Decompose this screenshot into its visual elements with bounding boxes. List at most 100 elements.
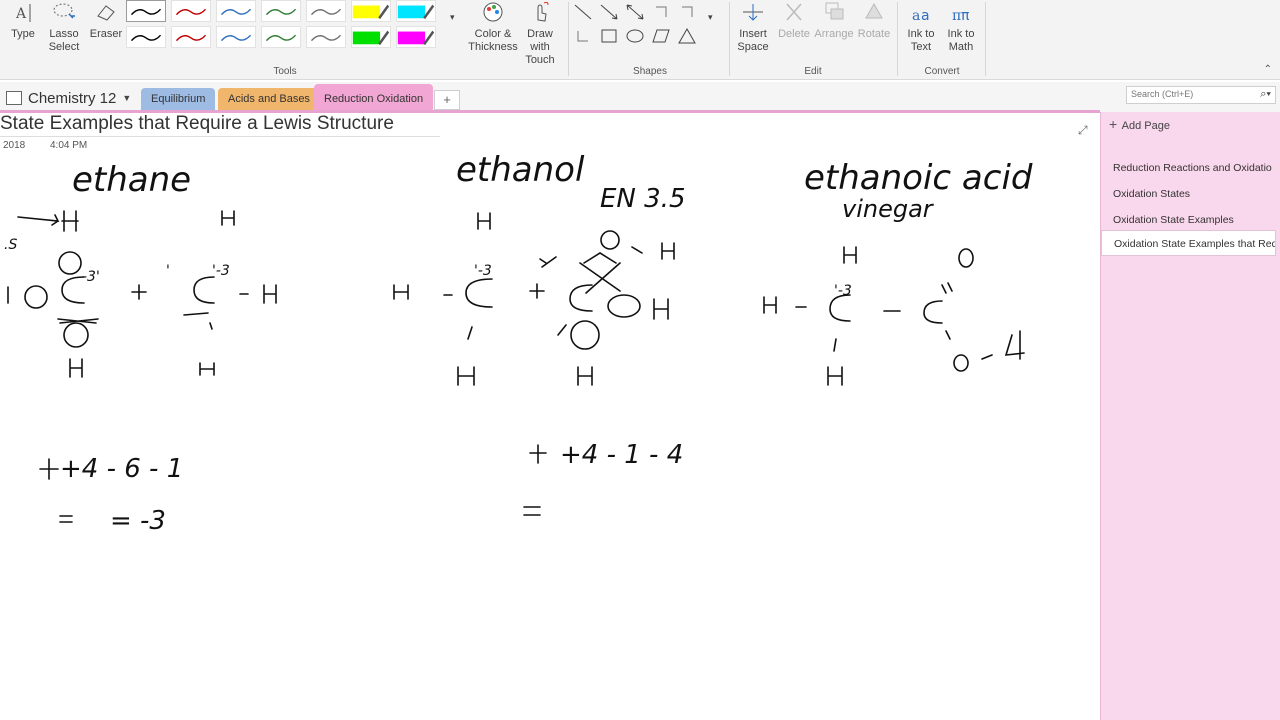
pen-gallery-more-icon[interactable]: ▾ xyxy=(450,12,462,32)
page-item-reduction-reactions[interactable]: Reduction Reactions and Oxidatio xyxy=(1101,156,1276,180)
ink-equals xyxy=(523,506,541,516)
pen-swatch[interactable] xyxy=(171,0,211,22)
expand-icon[interactable]: ⤢ xyxy=(1078,123,1088,138)
svg-text:a: a xyxy=(921,8,930,24)
parallelogram-icon[interactable] xyxy=(650,26,672,46)
page-title[interactable]: State Examples that Require a Lewis Stru… xyxy=(0,113,394,135)
highlighter-swatch[interactable] xyxy=(351,0,391,22)
pen-swatch[interactable] xyxy=(216,26,256,48)
ink-to-text-icon: a a xyxy=(912,8,930,24)
ink-plus xyxy=(529,283,545,299)
pen-stroke-icon xyxy=(130,34,162,42)
ink-carbon-c xyxy=(61,276,85,304)
touch-label-2: Touch xyxy=(525,54,555,66)
notebook-picker[interactable]: Chemistry 12 ▼ xyxy=(6,87,131,109)
pen-swatch[interactable] xyxy=(126,0,166,22)
rectangle-icon[interactable] xyxy=(598,26,620,46)
ink-oxygen xyxy=(958,248,974,268)
collapse-ribbon-icon[interactable]: ⌃ xyxy=(1264,64,1272,75)
color-label: Color & xyxy=(474,28,512,40)
tab-equilibrium[interactable]: Equilibrium xyxy=(141,88,216,112)
shapes-more-icon[interactable]: ▾ xyxy=(708,12,720,32)
draw-with-touch-button[interactable]: Draw with Touch xyxy=(516,0,564,67)
highlighter-icon xyxy=(397,4,435,20)
search-input[interactable]: Search (Ctrl+E) ⌕▾ xyxy=(1126,86,1276,104)
ink-label-en: EN 3.5 xyxy=(600,184,686,214)
pen-swatch[interactable] xyxy=(261,26,301,48)
rotate-label: Rotate xyxy=(857,28,891,40)
pen-gallery xyxy=(126,0,446,50)
color-thickness-button[interactable]: Color & Thickness xyxy=(468,0,518,54)
tab-reduction-oxidation[interactable]: Reduction Oxidation xyxy=(314,84,434,112)
ink-charge: -3' xyxy=(82,269,100,285)
add-section-button[interactable]: + xyxy=(434,90,460,110)
arrange-button[interactable]: Arrange xyxy=(814,0,854,41)
line-icon[interactable] xyxy=(572,2,594,22)
ink-h xyxy=(477,212,491,230)
eraser-button[interactable]: Eraser xyxy=(88,0,124,41)
ellipse-icon[interactable] xyxy=(624,26,646,46)
ink-carbon-c xyxy=(465,278,493,308)
highlighter-swatch[interactable] xyxy=(396,26,436,48)
page-time: 4:04 PM xyxy=(50,140,88,151)
ink-to-math-button[interactable]: π π Ink to Math xyxy=(942,0,980,54)
ink-layer[interactable]: ethane ethanol ethanoic acid vinegar EN … xyxy=(0,113,1100,720)
triangle-icon[interactable] xyxy=(676,26,698,46)
ink-label-vinegar: vinegar xyxy=(842,195,935,223)
pen-swatch[interactable] xyxy=(126,26,166,48)
ink-to-math-label-2: Math xyxy=(948,41,974,53)
tab-label: Acids and Bases xyxy=(228,93,310,105)
highlighter-swatch[interactable] xyxy=(396,0,436,22)
page-item-lewis-examples[interactable]: Oxidation State Examples that Req xyxy=(1101,230,1276,256)
double-arrow-icon[interactable] xyxy=(624,2,646,22)
pen-swatch[interactable] xyxy=(216,0,256,22)
pen-swatch[interactable] xyxy=(306,26,346,48)
insert-space-button[interactable]: Insert Space xyxy=(734,0,772,54)
ink-h xyxy=(653,298,669,320)
type-label: Type xyxy=(11,28,35,40)
page-canvas[interactable]: ethane ethanol ethanoic acid vinegar EN … xyxy=(0,113,1100,720)
type-button[interactable]: A Type xyxy=(6,0,40,41)
highlighter-icon xyxy=(397,30,435,46)
ink-h xyxy=(577,366,593,386)
group-divider xyxy=(568,2,569,76)
tab-acids-and-bases[interactable]: Acids and Bases xyxy=(218,88,320,112)
ink-cross xyxy=(579,252,621,294)
ink-charge: '-3 xyxy=(474,263,492,279)
title-divider xyxy=(0,136,440,137)
tools-group-label: Tools xyxy=(273,66,297,77)
svg-text:π: π xyxy=(961,8,970,24)
ink-charge: '-3 xyxy=(212,263,230,279)
ink-stroke xyxy=(945,330,951,340)
arrow-icon[interactable] xyxy=(598,2,620,22)
ink-oh xyxy=(631,242,675,260)
ink-plus xyxy=(529,444,547,464)
group-divider xyxy=(897,2,898,76)
tab-label: Equilibrium xyxy=(151,93,206,105)
pen-swatch[interactable] xyxy=(261,0,301,22)
lasso-select-button[interactable]: Lasso Select xyxy=(46,0,82,54)
pen-swatch[interactable] xyxy=(306,0,346,22)
axis-3-icon[interactable] xyxy=(572,26,594,46)
pen-swatch[interactable] xyxy=(171,26,211,48)
lasso-icon xyxy=(53,3,75,19)
ink-to-text-button[interactable]: a a Ink to Text xyxy=(902,0,940,54)
axis-2-icon[interactable] xyxy=(676,2,698,22)
ink-h xyxy=(827,366,843,386)
add-page-label: Add Page xyxy=(1121,120,1170,132)
page-item-oxidation-states[interactable]: Oxidation States xyxy=(1101,182,1276,206)
highlighter-icon xyxy=(352,30,390,46)
page-item-oxidation-state-examples[interactable]: Oxidation State Examples xyxy=(1101,208,1276,232)
delete-button[interactable]: Delete xyxy=(776,0,812,41)
ink-to-math-icon: π π xyxy=(952,8,970,24)
add-page-button[interactable]: + Add Page xyxy=(1109,116,1170,132)
insert-space-label: Insert xyxy=(739,28,767,40)
ink-calc-1-result: = -3 xyxy=(110,506,166,536)
search-icon[interactable]: ⌕▾ xyxy=(1260,88,1271,101)
ink-calc-1: +4 - 6 - 1 xyxy=(60,454,183,484)
rotate-button[interactable]: Rotate xyxy=(854,0,894,41)
pen-stroke-icon xyxy=(310,8,342,16)
highlighter-swatch[interactable] xyxy=(351,26,391,48)
axis-icon[interactable] xyxy=(650,2,672,22)
touch-label: Draw with xyxy=(527,28,553,53)
